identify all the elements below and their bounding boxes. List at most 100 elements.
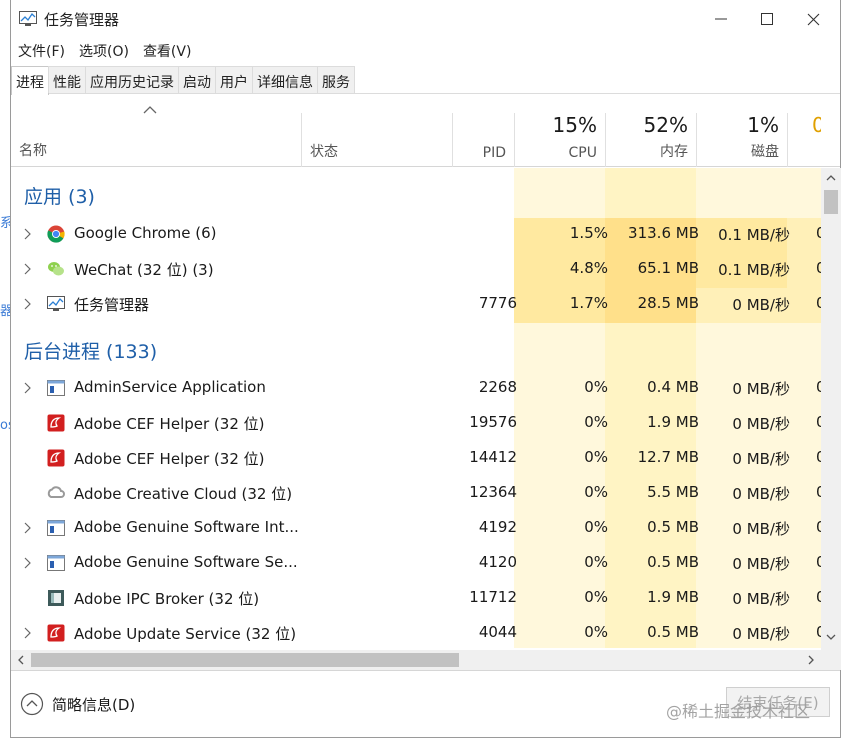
column-pid[interactable]: PID bbox=[452, 113, 514, 167]
process-disk: 0 MB/秒 bbox=[732, 485, 790, 503]
expand-chevron-icon[interactable] bbox=[23, 627, 31, 639]
process-name: Adobe Genuine Software Se... bbox=[74, 553, 298, 571]
process-row[interactable]: Adobe IPC Broker (32 位) 11712 0% 1.9 MB 0 MB… bbox=[11, 581, 821, 616]
process-row[interactable]: WeChat (32 位) (3) 4.8% 65.1 MB 0.1 MB/秒 0 bbox=[11, 252, 821, 287]
process-pid: 12364 bbox=[469, 483, 517, 501]
expand-chevron-icon[interactable] bbox=[23, 228, 31, 240]
tab-services[interactable]: 服务 bbox=[317, 66, 355, 93]
process-cpu: 0% bbox=[584, 413, 608, 431]
expand-chevron-icon[interactable] bbox=[23, 263, 31, 275]
process-row[interactable]: Adobe CEF Helper (32 位) 14412 0% 12.7 MB 0 M… bbox=[11, 441, 821, 476]
process-name: Adobe CEF Helper (32 位) bbox=[74, 415, 265, 433]
process-memory: 313.6 MB bbox=[628, 224, 699, 242]
process-cpu: 0% bbox=[584, 518, 608, 536]
process-disk: 0 MB/秒 bbox=[732, 415, 790, 433]
process-name: Adobe CEF Helper (32 位) bbox=[74, 450, 265, 468]
menu-view[interactable]: 查看(V) bbox=[136, 38, 199, 64]
column-cpu[interactable]: 15% CPU bbox=[514, 113, 605, 167]
column-header: 名称 状态 PID 15% CPU 52% 内存 1% 磁盘 0 bbox=[11, 95, 840, 167]
expand-chevron-icon[interactable] bbox=[23, 298, 31, 310]
scrollbar-corner bbox=[821, 650, 841, 670]
tab-app-history[interactable]: 应用历史记录 bbox=[85, 66, 179, 93]
expand-chevron-icon[interactable] bbox=[23, 522, 31, 534]
process-memory: 65.1 MB bbox=[637, 259, 699, 277]
process-memory: 0.5 MB bbox=[647, 553, 699, 571]
process-disk: 0 MB/秒 bbox=[732, 520, 790, 538]
tab-details[interactable]: 详细信息 bbox=[252, 66, 318, 93]
process-cpu: 1.7% bbox=[569, 294, 608, 312]
process-disk: 0 MB/秒 bbox=[732, 590, 790, 608]
process-pid: 4120 bbox=[478, 553, 517, 571]
group-title-apps: 应用 (3) bbox=[24, 186, 95, 208]
process-pid: 4192 bbox=[478, 518, 517, 536]
column-disk[interactable]: 1% 磁盘 bbox=[696, 113, 787, 167]
process-name: WeChat (32 位) (3) bbox=[74, 261, 214, 279]
group-title-background: 后台进程 (133) bbox=[24, 341, 158, 363]
tab-users[interactable]: 用户 bbox=[215, 66, 253, 93]
process-name: Adobe Creative Cloud (32 位) bbox=[74, 485, 293, 503]
process-memory: 1.9 MB bbox=[647, 588, 699, 606]
process-row[interactable]: Adobe Genuine Software Int... 4192 0% 0.5 M… bbox=[11, 511, 821, 546]
scroll-up-icon[interactable] bbox=[826, 174, 836, 181]
adobe-icon bbox=[47, 624, 65, 642]
process-row[interactable]: Adobe Genuine Software Se... 4120 0% 0.5 MB… bbox=[11, 546, 821, 581]
tab-processes[interactable]: 进程 bbox=[11, 66, 49, 95]
scroll-right-icon[interactable] bbox=[808, 655, 815, 665]
vertical-scroll-thumb[interactable] bbox=[824, 190, 838, 214]
network-total-percent-clipped: 0 bbox=[812, 113, 821, 137]
process-row[interactable]: Adobe CEF Helper (32 位) 19576 0% 1.9 MB 0 MB… bbox=[11, 406, 821, 441]
column-memory-label: 内存 bbox=[660, 144, 688, 160]
process-name: 任务管理器 bbox=[74, 296, 150, 314]
process-memory: 0.4 MB bbox=[647, 378, 699, 396]
process-memory: 28.5 MB bbox=[637, 294, 699, 312]
task-manager-window: 任务管理器 文件(F) 选项(O) 查看(V) 进程 性能 应用历史记录 启动 … bbox=[10, 0, 841, 738]
process-row[interactable]: Google Chrome (6) 1.5% 313.6 MB 0.1 MB/秒 0 bbox=[11, 217, 821, 252]
process-row[interactable]: Adobe Update Service (32 位) 4044 0% 0.5 MB 0… bbox=[11, 616, 821, 648]
process-name: Adobe Update Service (32 位) bbox=[74, 625, 297, 643]
column-status[interactable]: 状态 bbox=[301, 113, 452, 167]
process-memory: 0.5 MB bbox=[647, 623, 699, 641]
process-list: 应用 (3) 后台进程 (133) Google Chrome (6) 1.5% 3… bbox=[11, 168, 821, 648]
collapse-chevron-icon[interactable] bbox=[20, 692, 44, 716]
expand-chevron-icon[interactable] bbox=[23, 382, 31, 394]
process-row[interactable]: AdminService Application 2268 0% 0.4 MB 0 MB… bbox=[11, 371, 821, 406]
tab-strip: 进程 性能 应用历史记录 启动 用户 详细信息 服务 bbox=[11, 66, 840, 95]
tab-startup[interactable]: 启动 bbox=[178, 66, 216, 93]
process-cpu: 0% bbox=[584, 448, 608, 466]
scroll-left-icon[interactable] bbox=[17, 655, 24, 665]
process-cpu: 1.5% bbox=[569, 224, 608, 242]
minimize-button[interactable] bbox=[698, 2, 744, 36]
horizontal-scrollbar[interactable] bbox=[11, 650, 821, 670]
process-row[interactable]: 任务管理器 7776 1.7% 28.5 MB 0 MB/秒 0 bbox=[11, 287, 821, 322]
tab-performance[interactable]: 性能 bbox=[48, 66, 86, 93]
vertical-scrollbar[interactable] bbox=[821, 168, 841, 650]
close-button[interactable] bbox=[790, 2, 836, 36]
horizontal-scroll-thumb[interactable] bbox=[31, 653, 459, 667]
app-window-icon bbox=[47, 554, 65, 572]
menu-file[interactable]: 文件(F) bbox=[11, 38, 72, 64]
menu-options[interactable]: 选项(O) bbox=[72, 38, 136, 64]
process-cpu: 0% bbox=[584, 378, 608, 396]
group-header-background: 后台进程 (133) bbox=[11, 331, 821, 371]
app-window-icon bbox=[47, 519, 65, 537]
expand-chevron-icon[interactable] bbox=[23, 557, 31, 569]
title-bar[interactable]: 任务管理器 bbox=[11, 0, 840, 38]
process-cpu: 0% bbox=[584, 553, 608, 571]
column-name[interactable]: 名称 bbox=[19, 140, 47, 160]
process-disk: 0 MB/秒 bbox=[732, 380, 790, 398]
process-disk: 0 MB/秒 bbox=[732, 296, 790, 314]
process-memory: 1.9 MB bbox=[647, 413, 699, 431]
fewer-details-link[interactable]: 简略信息(D) bbox=[52, 694, 135, 715]
process-memory: 12.7 MB bbox=[637, 448, 699, 466]
process-pid: 2268 bbox=[478, 378, 517, 396]
process-name: AdminService Application bbox=[74, 378, 266, 396]
column-network[interactable]: 0 bbox=[787, 113, 821, 167]
process-cpu: 0% bbox=[584, 623, 608, 641]
maximize-button[interactable] bbox=[744, 2, 790, 36]
scroll-down-icon[interactable] bbox=[826, 634, 836, 641]
process-disk: 0.1 MB/秒 bbox=[718, 226, 790, 244]
wechat-icon bbox=[47, 260, 65, 278]
process-row[interactable]: Adobe Creative Cloud (32 位) 12364 0% 5.5 MB… bbox=[11, 476, 821, 511]
task-manager-icon bbox=[19, 11, 37, 26]
column-memory[interactable]: 52% 内存 bbox=[605, 113, 696, 167]
